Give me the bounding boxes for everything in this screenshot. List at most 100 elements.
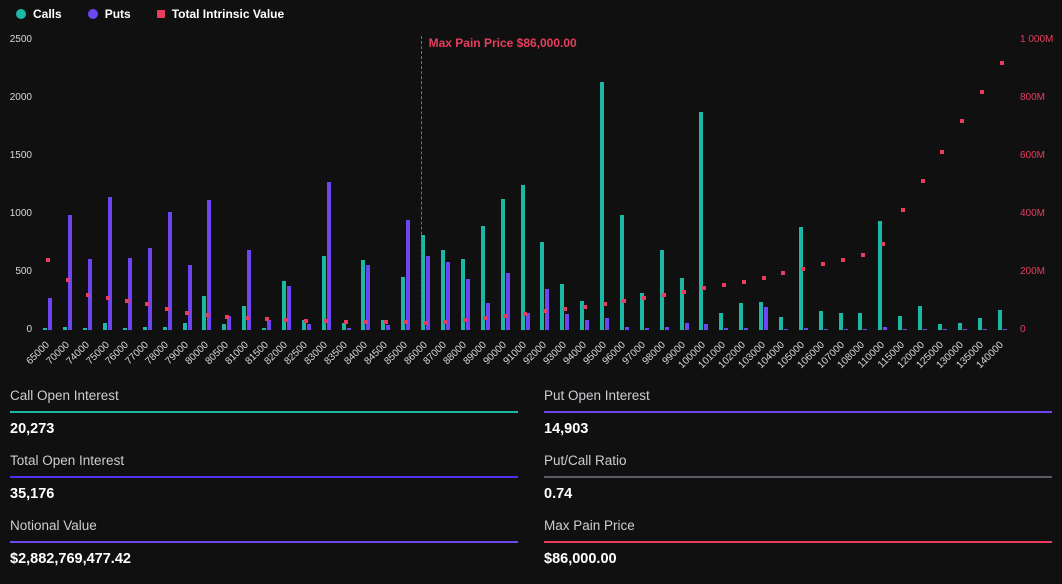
chart-legend: Calls Puts Total Intrinsic Value bbox=[16, 7, 284, 21]
calls-bar bbox=[938, 324, 942, 330]
calls-bar bbox=[43, 328, 47, 330]
intrinsic-value-point bbox=[225, 315, 229, 319]
calls-bar bbox=[282, 281, 286, 330]
calls-bar bbox=[521, 185, 525, 330]
calls-bar bbox=[660, 250, 664, 330]
puts-bar bbox=[824, 329, 828, 330]
y-axis-left-tick: 1500 bbox=[0, 150, 32, 162]
intrinsic-value-point bbox=[106, 296, 110, 300]
legend-item-total-intrinsic-value[interactable]: Total Intrinsic Value bbox=[157, 7, 284, 21]
puts-bar bbox=[426, 256, 430, 330]
puts-bar bbox=[764, 307, 768, 330]
options-open-interest-chart: 050010001500200025000200M400M600M800M1 0… bbox=[0, 0, 1062, 384]
calls-bar bbox=[262, 328, 266, 330]
puts-bar bbox=[207, 200, 211, 330]
stat-notional-value: Notional Value $2,882,769,477.42 bbox=[10, 518, 518, 567]
intrinsic-value-point bbox=[940, 150, 944, 154]
intrinsic-value-point bbox=[762, 276, 766, 280]
intrinsic-value-point bbox=[841, 258, 845, 262]
intrinsic-value-point bbox=[1000, 61, 1004, 65]
puts-bar bbox=[844, 329, 848, 330]
stat-value: 0.74 bbox=[544, 478, 1052, 502]
calls-bar bbox=[222, 324, 226, 330]
calls-bar bbox=[819, 311, 823, 330]
stat-call-open-interest: Call Open Interest 20,273 bbox=[10, 388, 518, 437]
puts-bar bbox=[287, 286, 291, 330]
calls-bar bbox=[600, 82, 604, 330]
intrinsic-value-point bbox=[543, 309, 547, 313]
puts-bar bbox=[168, 212, 172, 330]
calls-bar bbox=[123, 328, 127, 330]
stat-label: Notional Value bbox=[10, 518, 518, 541]
stat-label: Put Open Interest bbox=[544, 388, 1052, 411]
intrinsic-value-point bbox=[384, 320, 388, 324]
intrinsic-value-point bbox=[145, 302, 149, 306]
intrinsic-value-point bbox=[821, 262, 825, 266]
calls-bar bbox=[799, 227, 803, 330]
intrinsic-value-point bbox=[781, 271, 785, 275]
intrinsic-value-point bbox=[404, 320, 408, 324]
intrinsic-value-point bbox=[901, 208, 905, 212]
legend-item-calls[interactable]: Calls bbox=[16, 7, 62, 21]
intrinsic-value-point bbox=[980, 90, 984, 94]
y-axis-left-tick: 500 bbox=[0, 266, 32, 278]
calls-bar bbox=[342, 323, 346, 330]
intrinsic-value-point bbox=[344, 320, 348, 324]
legend-item-puts[interactable]: Puts bbox=[88, 7, 131, 21]
stat-label: Call Open Interest bbox=[10, 388, 518, 411]
calls-bar bbox=[83, 328, 87, 330]
intrinsic-value-point bbox=[284, 318, 288, 322]
intrinsic-value-point bbox=[86, 293, 90, 297]
calls-bar bbox=[620, 215, 624, 330]
puts-bar bbox=[406, 220, 410, 330]
puts-bar bbox=[188, 265, 192, 330]
y-axis-left-tick: 2000 bbox=[0, 92, 32, 104]
intrinsic-value-point bbox=[443, 320, 447, 324]
legend-label-total-intrinsic-value: Total Intrinsic Value bbox=[172, 7, 284, 21]
intrinsic-value-swatch-icon bbox=[157, 10, 165, 18]
calls-bar bbox=[481, 226, 485, 330]
puts-bar bbox=[68, 215, 72, 330]
puts-bar bbox=[943, 329, 947, 330]
intrinsic-value-point bbox=[424, 321, 428, 325]
calls-bar bbox=[878, 221, 882, 330]
calls-bar bbox=[103, 323, 107, 330]
puts-bar bbox=[347, 328, 351, 330]
stat-put-open-interest: Put Open Interest 14,903 bbox=[544, 388, 1052, 437]
intrinsic-value-point bbox=[245, 316, 249, 320]
y-axis-right-tick: 1 000M bbox=[1020, 34, 1053, 46]
puts-bar bbox=[605, 318, 609, 330]
puts-bar bbox=[744, 328, 748, 330]
intrinsic-value-point bbox=[861, 253, 865, 257]
calls-bar bbox=[958, 323, 962, 330]
intrinsic-value-point bbox=[364, 320, 368, 324]
calls-bar bbox=[898, 316, 902, 330]
calls-bar bbox=[501, 199, 505, 330]
y-axis-right-tick: 200M bbox=[1020, 266, 1045, 278]
calls-bar bbox=[858, 313, 862, 330]
calls-bar bbox=[183, 323, 187, 330]
intrinsic-value-point bbox=[662, 293, 666, 297]
calls-bar bbox=[978, 318, 982, 330]
calls-swatch-icon bbox=[16, 9, 26, 19]
intrinsic-value-point bbox=[801, 267, 805, 271]
y-axis-left-tick: 1000 bbox=[0, 208, 32, 220]
puts-bar bbox=[704, 324, 708, 330]
intrinsic-value-point bbox=[125, 299, 129, 303]
calls-bar bbox=[540, 242, 544, 330]
intrinsic-value-point bbox=[304, 319, 308, 323]
calls-bar bbox=[680, 278, 684, 330]
intrinsic-value-point bbox=[563, 307, 567, 311]
intrinsic-value-point bbox=[603, 302, 607, 306]
legend-label-calls: Calls bbox=[33, 7, 62, 21]
y-axis-right-tick: 400M bbox=[1020, 208, 1045, 220]
calls-bar bbox=[421, 235, 425, 330]
intrinsic-value-point bbox=[185, 311, 189, 315]
calls-bar bbox=[441, 250, 445, 330]
stat-label: Max Pain Price bbox=[544, 518, 1052, 541]
calls-bar bbox=[759, 302, 763, 330]
calls-bar bbox=[163, 327, 167, 330]
puts-bar bbox=[506, 273, 510, 330]
max-pain-line bbox=[421, 36, 422, 330]
intrinsic-value-point bbox=[46, 258, 50, 262]
